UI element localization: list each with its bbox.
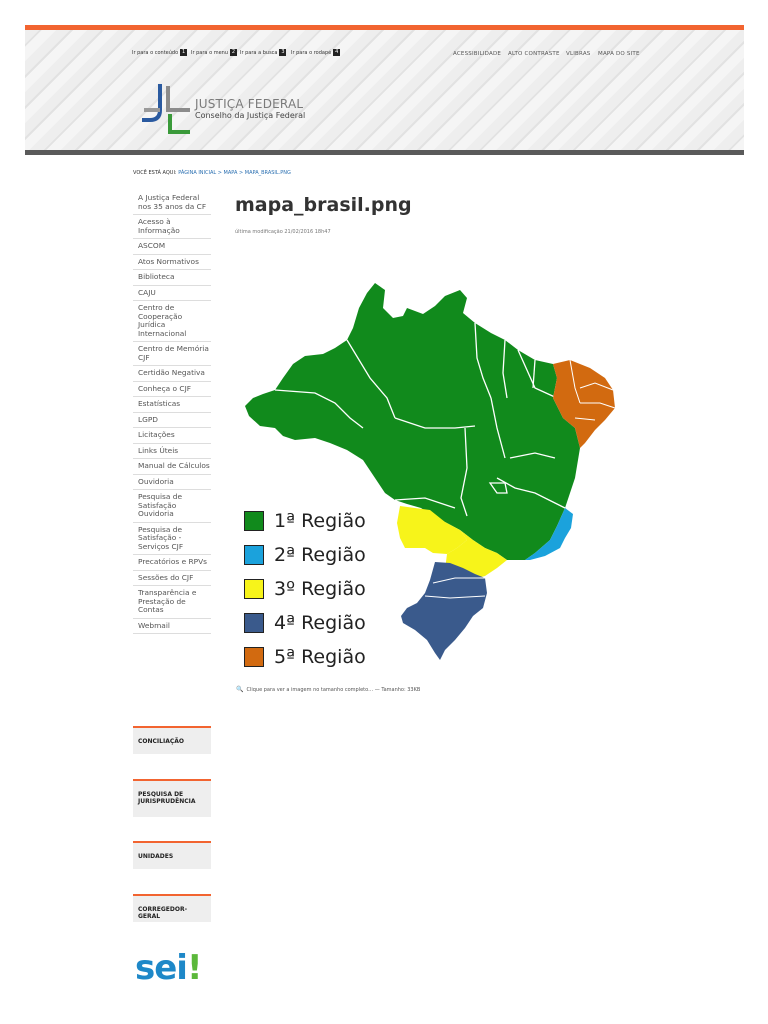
caption-text: Clique para ver a imagem no tamanho comp… [246,686,421,693]
sidebar-item[interactable]: Centro de Cooperação Jurídica Internacio… [133,301,211,342]
justica-federal-logo-icon[interactable] [140,82,192,138]
sidebar-item[interactable]: Manual de Cálculos [133,459,211,475]
sidebar-item[interactable]: Conheça o CJF [133,382,211,397]
legend-label: 5ª Região [274,646,366,668]
legend-swatch [244,511,264,531]
legend-label: 1ª Região [274,510,366,532]
sidebar-item[interactable]: Precatórios e RPVs [133,555,211,571]
header-bottom-bar [25,150,744,155]
sidebar-item[interactable]: Licitações [133,428,211,444]
legend-item: 1ª Região [244,510,366,532]
sidebar-menu: A Justiça Federal nos 35 anos da CF Aces… [133,191,211,634]
skip-link-label: Ir para o menu [191,49,228,56]
sidebar-item[interactable]: Centro de Memória CJF [133,342,211,366]
full-size-image-link[interactable]: 🔍 Clique para ver a imagem no tamanho co… [236,686,420,693]
legend-label: 4ª Região [274,612,366,634]
logo-subtitle: Conselho da Justiça Federal [195,111,306,120]
high-contrast-link[interactable]: ALTO CONTRASTE [508,51,560,57]
skip-link-label: Ir para o rodapé [291,49,332,56]
legend-label: 2ª Região [274,544,366,566]
legend-swatch [244,613,264,633]
sidebar-item[interactable]: ASCOM [133,239,211,255]
legend-item: 4ª Região [244,612,366,634]
breadcrumb-prefix: VOCÊ ESTÁ AQUI: [133,170,177,176]
sidebar-item[interactable]: Pesquisa de Satisfação Ouvidoria [133,490,211,523]
site-map-link[interactable]: MAPA DO SITE [598,51,640,57]
sidebar-item[interactable]: Links Úteis [133,444,211,459]
skip-to-search-link[interactable]: Ir para a busca 3 [240,49,287,56]
skip-link-number: 2 [230,49,237,56]
box-conciliacao[interactable]: CONCILIAÇÃO [133,726,211,754]
magnifier-icon: 🔍 [236,686,244,693]
last-modified: última modificação 21/02/2016 18h47 [235,229,331,235]
legend-item: 3º Região [244,578,366,600]
logo-title: JUSTIÇA FEDERAL [195,97,304,111]
skip-link-number: 1 [180,49,188,56]
legend-swatch [244,545,264,565]
legend-swatch [244,579,264,599]
skip-link-label: Ir para a busca [240,49,278,56]
sidebar-item[interactable]: Webmail [133,619,211,634]
sei-logo[interactable]: sei! [135,948,202,988]
breadcrumb-path[interactable]: PÁGINA INICIAL > MAPA > MAPA_BRASIL.PNG [178,170,291,176]
sidebar-item[interactable]: Atos Normativos [133,255,211,270]
sidebar-item[interactable]: Ouvidoria [133,475,211,490]
box-corregedor-geral[interactable]: CORREGEDOR-GERAL [133,894,211,922]
sidebar-item[interactable]: A Justiça Federal nos 35 anos da CF [133,191,211,215]
box-pesquisa-jurisprudencia[interactable]: PESQUISA DE JURISPRUDÊNCIA [133,779,211,817]
breadcrumb: VOCÊ ESTÁ AQUI: PÁGINA INICIAL > MAPA > … [133,170,291,176]
sidebar-item[interactable]: Certidão Negativa [133,366,211,382]
sidebar-item[interactable]: Acesso à Informação [133,215,211,239]
vlibras-link[interactable]: VLIBRAS [566,51,590,57]
skip-to-footer-link[interactable]: Ir para o rodapé 4 [291,49,341,56]
sei-logo-mark: ! [186,948,202,988]
accessibility-link[interactable]: ACESSIBILIDADE [453,51,501,57]
sei-logo-text: sei [135,948,188,988]
legend-label: 3º Região [274,578,366,600]
sidebar-item[interactable]: CAJU [133,286,211,301]
legend-item: 5ª Região [244,646,366,668]
legend-item: 2ª Região [244,544,366,566]
sidebar-item[interactable]: Biblioteca [133,270,211,286]
sidebar-item[interactable]: Estatísticas [133,397,211,413]
box-unidades[interactable]: UNIDADES [133,841,211,869]
skip-link-number: 3 [279,49,287,56]
skip-link-label: Ir para o conteúdo [132,49,179,56]
legend-swatch [244,647,264,667]
skip-to-menu-link[interactable]: Ir para o menu 2 [191,49,237,56]
sidebar-item[interactable]: Transparência e Prestação de Contas [133,586,211,619]
sidebar-item[interactable]: LGPD [133,413,211,428]
skip-link-number: 4 [333,49,341,56]
skip-to-content-link[interactable]: Ir para o conteúdo 1 [132,49,188,56]
sidebar-item[interactable]: Pesquisa de Satisfação - Serviços CJF [133,523,211,555]
sidebar-item[interactable]: Sessões do CJF [133,571,211,586]
page-title: mapa_brasil.png [235,194,412,216]
